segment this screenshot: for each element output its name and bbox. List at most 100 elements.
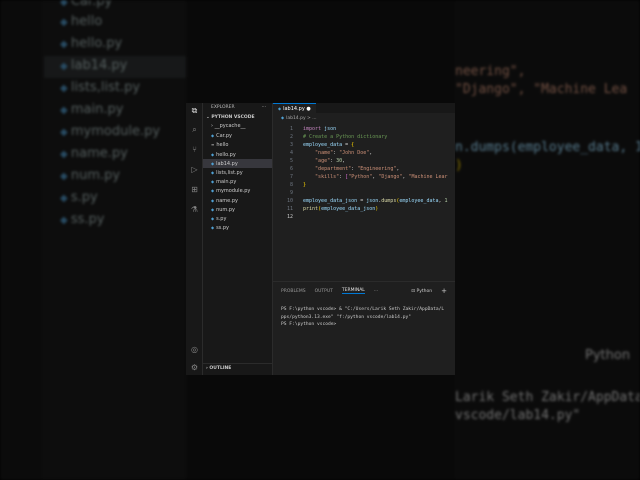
file-label: __pycache__ [214,123,246,129]
bg-file: Car.py [60,0,112,9]
bg-file: hello.py [60,36,122,51]
tab-terminal[interactable]: TERMINAL [341,288,365,294]
bg-terminal: vscode/lab14.py" [455,408,581,423]
explorer-title: EXPLORER [211,105,235,110]
explorer-icon[interactable]: ⧉ [189,106,200,116]
python-file-icon: ◆ [278,106,282,111]
more-actions-button[interactable]: ··· [262,103,266,113]
project-name: PYTHON VSCODE [211,115,255,120]
line-number: 8 [289,182,293,188]
code-token: json [366,198,379,204]
testing-icon[interactable]: ⚗ [189,205,200,214]
file-item[interactable]: ◆ s.py [203,214,272,223]
line-number: 2 [289,134,293,140]
terminal-output[interactable]: PS F:\python vscode> & "C:/Users/Larik S… [273,300,455,335]
editor-area: ◆ lab14.py ● ◆ lab14.py > ... 1 import json… [273,103,455,375]
file-label: lists,list.py [216,169,243,176]
python-file-icon: ◆ [211,188,215,194]
breadcrumb-text: lab14.py > ... [286,116,317,121]
bg-code: neering", [455,64,526,79]
code-token: dumps [381,198,397,204]
line-number: 9 [289,190,293,196]
code-token: employee_data_json [321,206,376,212]
tab-output[interactable]: OUTPUT [315,289,333,294]
panel-more-button[interactable]: ··· [374,289,378,294]
file-item[interactable]: ◆ name.py [203,196,272,205]
extensions-icon[interactable]: ⊞ [189,185,200,194]
code-token: employee_data_json [303,198,358,204]
bg-file: lists,list.py [60,80,140,95]
bg-file: s.py [60,190,98,205]
file-item[interactable]: ◆ Car.py [203,131,272,140]
folder-pycache[interactable]: › __pycache__ [203,122,272,131]
file-item[interactable]: ◆ hello.py [203,150,272,159]
python-file-icon: ◆ [211,160,215,166]
settings-gear-icon[interactable]: ⚙ [189,363,200,372]
file-item[interactable]: ◆ num.py [203,205,272,214]
bg-code: n.dumps(employee_data, 1 [455,140,640,155]
accounts-icon[interactable]: ◎ [189,345,200,354]
bottom-panel: PROBLEMS OUTPUT TERMINAL ··· ⊡ Python + … [273,281,455,375]
code-token: print [303,206,319,212]
file-label: s.py [216,215,227,222]
bg-file: lab14.py [60,58,127,73]
file-item[interactable]: ◆ main.py [203,177,272,186]
bg-file: ss.py [60,212,105,227]
line-number: 12 [286,214,293,220]
new-terminal-button[interactable]: + [441,287,447,295]
bg-file: name.py [60,146,128,161]
python-file-icon: ◆ [211,225,215,231]
code-token: json [321,126,337,132]
terminal-line: PS F:\python vscode> [281,322,337,327]
python-file-icon: ◆ [211,133,215,139]
tab-label: lab14.py [283,106,305,112]
bg-file: num.py [60,168,120,183]
bg-code: "Django", "Machine Lea [455,82,628,97]
code-token: "department" [315,166,352,172]
file-label: main.py [216,179,237,186]
code-token: import [303,126,322,132]
file-item-selected[interactable]: ◆ lab14.py [203,158,272,168]
code-comment: # Create a Python dictionary [303,134,388,140]
outline-label: OUTLINE [209,366,232,371]
file-label: lab14.py [216,160,238,167]
line-number: 3 [289,142,293,148]
python-file-icon: ◆ [211,169,215,175]
bg-code: ) [455,158,463,173]
project-folder[interactable]: ⌄ PYTHON VSCODE [203,113,272,122]
unsaved-dot-icon[interactable]: ● [306,106,310,112]
profile-label: Python [416,288,433,294]
code-token: "Machine Lear [408,174,448,180]
code-token: "John Doe" [339,150,370,156]
outline-section[interactable]: › OUTLINE [203,363,273,372]
tab-problems[interactable]: PROBLEMS [281,289,306,294]
terminal-line: pps/python3.13.exe" "f:/python vscode/la… [281,314,411,320]
search-icon[interactable]: ⌕ [189,125,200,135]
file-item[interactable]: ◆ mymodule.py [203,186,272,195]
code-token: employee_data [303,142,343,148]
python-file-icon: ◆ [211,179,215,185]
file-label: hello [216,142,229,149]
code-editor[interactable]: 1 import json 2 # Create a Python dictiona… [273,122,455,221]
file-item[interactable]: ◆ ss.py [203,223,272,232]
file-label: Car.py [216,133,232,140]
terminal-profile[interactable]: ⊡ Python [411,289,432,294]
file-label: num.py [216,206,236,213]
code-token: employee_data [399,198,439,204]
tab-lab14[interactable]: ◆ lab14.py ● [273,103,316,113]
code-token: "Django" [378,174,403,180]
python-file-icon: ◆ [281,115,285,120]
file-label: ss.py [216,225,230,232]
python-file-icon: ◆ [211,215,215,221]
file-label: hello.py [216,151,236,158]
bg-file: mymodule.py [60,124,160,139]
run-debug-icon[interactable]: ▷ [189,165,200,174]
python-file-icon: ◆ [211,151,215,157]
file-item[interactable]: ◆ lists,list.py [203,168,272,177]
file-item[interactable]: ≡ hello [203,140,272,149]
breadcrumb[interactable]: ◆ lab14.py > ... [273,113,455,122]
explorer-sidebar: EXPLORER ··· ⌄ PYTHON VSCODE › __pycache_… [203,103,273,375]
python-file-icon: ◆ [211,206,215,212]
line-number: 6 [289,166,293,172]
source-control-icon[interactable]: ⑂ [189,145,200,154]
